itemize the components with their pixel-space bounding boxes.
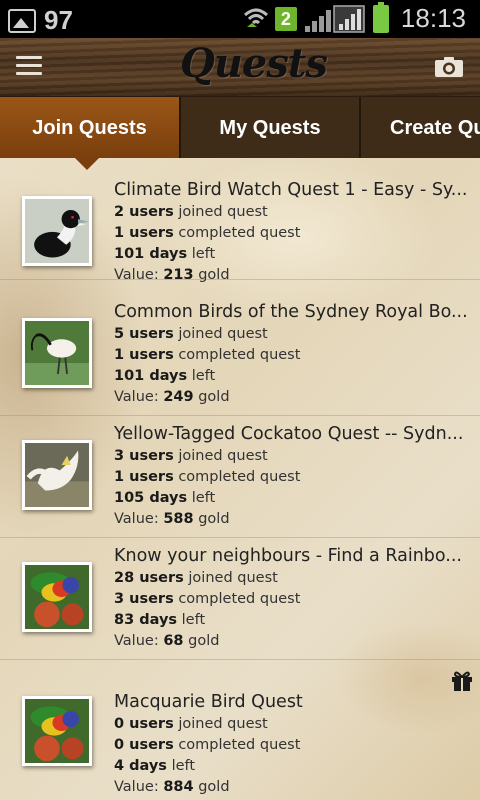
quest-days-left-line: 101 days left	[114, 368, 216, 384]
notification-count: 97	[44, 5, 73, 35]
quest-title: Yellow-Tagged Cockatoo Quest -- Sydn...	[114, 424, 464, 444]
quest-completed-line: 0 users completed quest	[114, 737, 301, 753]
quest-value-line: Value: 884 gold	[114, 779, 230, 795]
quest-title: Climate Bird Watch Quest 1 - Easy - Sy..…	[114, 180, 466, 200]
tab-create-quests[interactable]: Create Qu	[361, 97, 480, 159]
quest-completed-line: 1 users completed quest	[114, 225, 301, 241]
menu-icon[interactable]	[16, 56, 42, 76]
quest-joined-line: 0 users joined quest	[114, 716, 268, 732]
tab-my-quests[interactable]: My Quests	[181, 97, 361, 159]
quest-days-left-line: 101 days left	[114, 246, 216, 262]
quest-title: Common Birds of the Sydney Royal Bo...	[114, 302, 466, 322]
image-notification-icon	[8, 8, 36, 33]
quest-thumbnail	[22, 318, 92, 388]
quest-thumbnail	[22, 196, 92, 266]
clock: 18:13	[400, 3, 466, 33]
sync-badge: 2	[274, 6, 297, 31]
tab-bar: Join Quests My Quests Create Qu	[0, 96, 480, 159]
quest-list-item[interactable]: Know your neighbours - Find a Rainbo... …	[0, 538, 480, 660]
quest-thumbnail	[22, 696, 92, 766]
battery-icon	[372, 1, 389, 33]
quest-title: Macquarie Bird Quest	[114, 692, 303, 712]
active-tab-indicator	[74, 157, 100, 170]
quest-list-item[interactable]: Climate Bird Watch Quest 1 - Easy - Sy..…	[0, 158, 480, 283]
quest-joined-line: 2 users joined quest	[114, 204, 268, 220]
quest-joined-line: 28 users joined quest	[114, 570, 278, 586]
quest-value-line: Value: 588 gold	[114, 511, 230, 527]
wifi-icon	[243, 8, 268, 27]
status-bar: 97 2 18:13	[0, 0, 480, 38]
quest-list-item[interactable]: Yellow-Tagged Cockatoo Quest -- Sydn... …	[0, 416, 480, 538]
quest-completed-line: 1 users completed quest	[114, 469, 301, 485]
quest-completed-line: 3 users completed quest	[114, 591, 301, 607]
quest-completed-line: 1 users completed quest	[114, 347, 301, 363]
quest-value-line: Value: 213 gold	[114, 267, 230, 283]
quest-days-left-line: 105 days left	[114, 490, 216, 506]
quest-thumbnail	[22, 440, 92, 510]
app-title: Quests	[180, 40, 328, 87]
camera-icon[interactable]	[434, 56, 464, 78]
quest-list-item[interactable]: Macquarie Bird Quest 0 users joined ques…	[0, 660, 480, 800]
gift-icon[interactable]	[450, 668, 474, 692]
quest-thumbnail	[22, 562, 92, 632]
quest-value-line: Value: 249 gold	[114, 389, 230, 405]
quest-list-item[interactable]: Common Birds of the Sydney Royal Bo... 5…	[0, 294, 480, 416]
quest-list[interactable]: Climate Bird Watch Quest 1 - Easy - Sy..…	[0, 158, 480, 800]
quest-value-line: Value: 68 gold	[114, 633, 220, 649]
quest-days-left-line: 4 days left	[114, 758, 196, 774]
quest-title: Know your neighbours - Find a Rainbo...	[114, 546, 462, 566]
quest-joined-line: 3 users joined quest	[114, 448, 268, 464]
tab-join-quests[interactable]: Join Quests	[0, 97, 181, 159]
app-bar: Quests	[0, 38, 480, 96]
signal-icon	[304, 4, 365, 33]
quest-days-left-line: 83 days left	[114, 612, 206, 628]
quest-joined-line: 5 users joined quest	[114, 326, 268, 342]
